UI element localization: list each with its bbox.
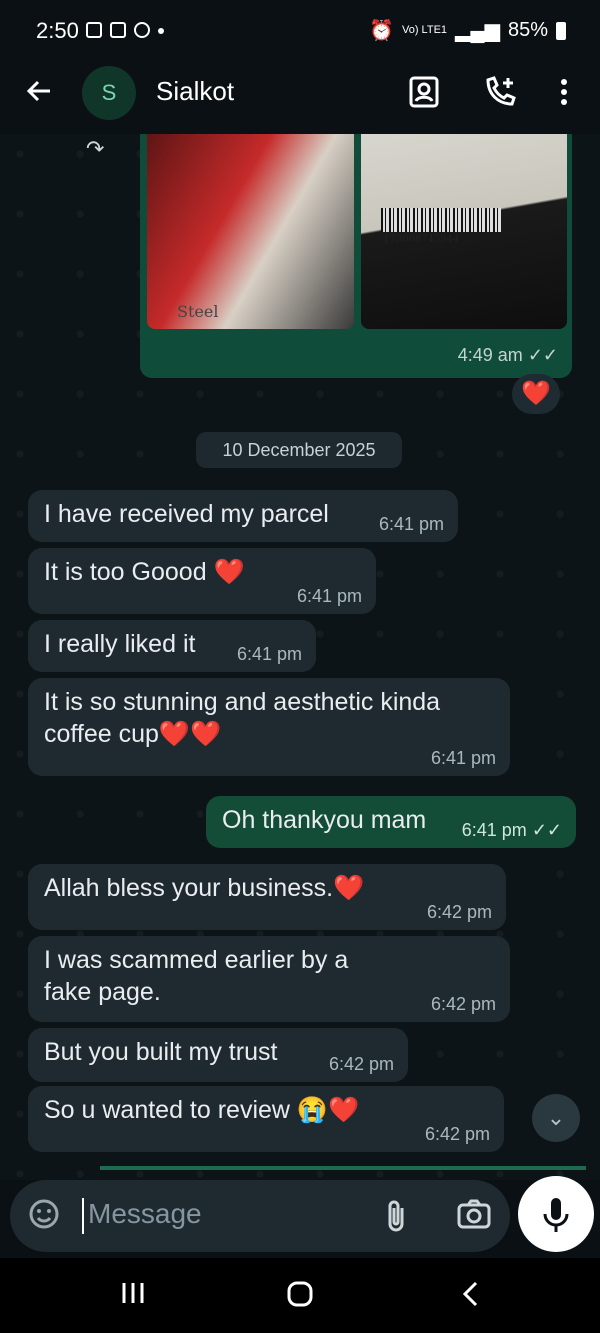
add-call-icon[interactable] bbox=[482, 74, 518, 110]
read-receipt-icon: ✓✓ bbox=[527, 345, 558, 365]
message-bubble[interactable]: So u wanted to review 😭❤️ 6:42 pm bbox=[28, 1086, 504, 1152]
message-text: I really liked it bbox=[44, 630, 196, 658]
message-time: 6:42 pm bbox=[426, 902, 492, 922]
message-bubble[interactable]: I really liked it 6:41 pm bbox=[28, 620, 316, 672]
battery-icon bbox=[556, 21, 566, 40]
back-icon[interactable] bbox=[458, 1280, 484, 1313]
back-arrow-icon[interactable] bbox=[24, 76, 54, 114]
alarm-icon: ⏰ bbox=[369, 20, 394, 42]
contact-card-icon[interactable] bbox=[406, 74, 442, 110]
signal-icon: ▂▄▆ bbox=[455, 20, 500, 42]
message-text: Allah bless your business.❤️ bbox=[44, 874, 365, 902]
status-bar: 2:50 ⏰ Vo) LTE1 ▂▄▆ 85% bbox=[0, 0, 600, 62]
message-time: 6:41 pm bbox=[430, 748, 496, 768]
outgoing-message-bubble[interactable]: Oh thankyou mam 6:41 pm ✓✓ bbox=[206, 796, 576, 848]
message-text: I have received my parcel bbox=[44, 500, 329, 528]
double-chevron-down-icon: ⌄ bbox=[546, 1105, 566, 1130]
product-photo-cup[interactable]: Steel bbox=[147, 134, 354, 329]
home-icon[interactable] bbox=[286, 1280, 314, 1313]
attach-icon[interactable] bbox=[380, 1198, 412, 1234]
message-time: 6:41 pm ✓✓ bbox=[461, 820, 562, 840]
message-time: 6:42 pm bbox=[328, 1054, 394, 1074]
navigation-bar bbox=[0, 1258, 600, 1333]
message-bubble[interactable]: It is so stunning and aesthetic kinda co… bbox=[28, 678, 510, 776]
recent-apps-icon[interactable] bbox=[120, 1280, 146, 1311]
message-time: 6:41 pm bbox=[296, 586, 362, 606]
date-divider: 10 December 2025 bbox=[196, 432, 402, 468]
message-bubble[interactable]: But you built my trust 6:42 pm bbox=[28, 1028, 408, 1082]
read-receipt-icon: ✓✓ bbox=[531, 820, 562, 840]
forward-icon[interactable]: ↷ bbox=[86, 136, 104, 162]
more-notifications-icon bbox=[158, 28, 164, 34]
dnd-icon bbox=[134, 22, 150, 38]
message-time: 6:42 pm bbox=[424, 1124, 490, 1144]
reply-indicator bbox=[100, 1166, 586, 1170]
more-options-icon[interactable] bbox=[552, 74, 588, 110]
contact-name[interactable]: Sialkot bbox=[156, 76, 234, 107]
message-text: I was scammed earlier by a fake page. bbox=[44, 946, 349, 1006]
message-text: Oh thankyou mam bbox=[222, 806, 427, 834]
text-cursor bbox=[82, 1198, 84, 1234]
message-bubble[interactable]: Allah bless your business.❤️ 6:42 pm bbox=[28, 864, 506, 930]
chat-area[interactable]: ↷ Steel 173008745944 4:49 am ✓✓ ❤️ 10 De… bbox=[0, 134, 600, 1180]
network-label: Vo) LTE1 bbox=[401, 24, 448, 36]
microphone-icon bbox=[543, 1198, 569, 1232]
message-time: 6:41 pm bbox=[236, 644, 302, 664]
scroll-down-button[interactable]: ⌄ bbox=[532, 1094, 580, 1142]
gallery-notification-icon bbox=[86, 22, 102, 38]
message-text: So u wanted to review 😭❤️ bbox=[44, 1096, 360, 1124]
message-input-bar[interactable]: Message bbox=[10, 1180, 510, 1252]
sticker-icon[interactable] bbox=[28, 1198, 60, 1230]
heart-reaction[interactable]: ❤️ bbox=[512, 374, 560, 414]
message-text: But you built my trust bbox=[44, 1038, 278, 1066]
camera-icon[interactable] bbox=[456, 1198, 492, 1230]
image-message[interactable]: Steel 173008745944 4:49 am ✓✓ bbox=[140, 134, 572, 378]
barcode-number: 173008745944 bbox=[383, 234, 460, 245]
barcode bbox=[381, 208, 501, 232]
battery-percent: 85% bbox=[507, 19, 548, 41]
cup-label: Steel bbox=[177, 302, 219, 321]
message-time: 6:42 pm bbox=[430, 994, 496, 1014]
message-input[interactable]: Message bbox=[88, 1198, 202, 1230]
mic-button[interactable] bbox=[518, 1176, 594, 1252]
message-time: 6:41 pm bbox=[378, 514, 444, 534]
message-time: 4:49 am ✓✓ bbox=[457, 345, 558, 365]
message-bubble[interactable]: I have received my parcel 6:41 pm bbox=[28, 490, 458, 542]
message-bubble[interactable]: I was scammed earlier by a fake page. 6:… bbox=[28, 936, 510, 1022]
avatar[interactable]: S bbox=[82, 66, 136, 120]
check-notification-icon bbox=[110, 22, 126, 38]
product-photo-package[interactable]: 173008745944 bbox=[361, 134, 567, 329]
message-text: It is too Goood ❤️ bbox=[44, 558, 245, 586]
message-text: It is so stunning and aesthetic kinda co… bbox=[44, 688, 441, 748]
system-icons: ⏰ Vo) LTE1 ▂▄▆ 85% bbox=[369, 18, 566, 43]
message-bubble[interactable]: It is too Goood ❤️ 6:41 pm bbox=[28, 548, 376, 614]
notification-icons bbox=[86, 22, 164, 38]
status-time: 2:50 bbox=[36, 18, 79, 43]
chat-header: S Sialkot bbox=[0, 62, 600, 134]
